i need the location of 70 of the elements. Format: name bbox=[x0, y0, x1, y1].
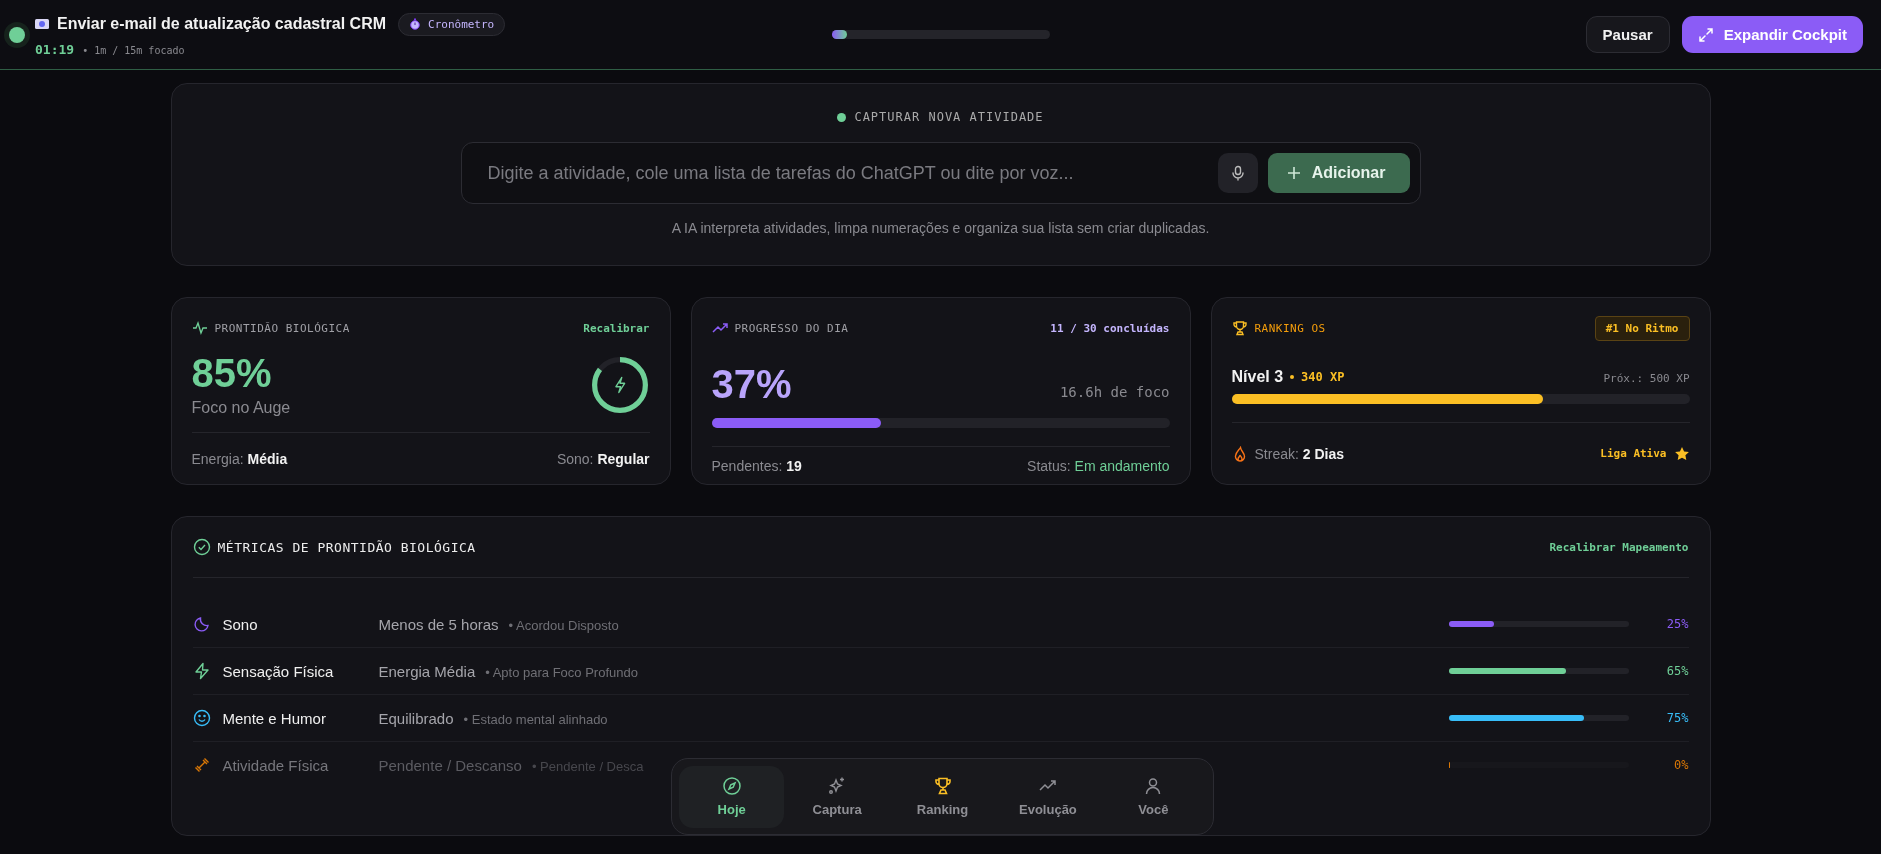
metric-value: Menos de 5 horas bbox=[378, 615, 499, 633]
nav-tab[interactable]: Evolução bbox=[995, 765, 1101, 828]
microphone-button[interactable] bbox=[1217, 153, 1258, 193]
star-icon bbox=[1673, 445, 1690, 462]
metric-percent: 0% bbox=[1673, 758, 1689, 772]
readiness-status: Foco no Auge bbox=[191, 399, 291, 417]
check-circle-icon bbox=[192, 538, 211, 556]
metric-note: • Acordou Disposto bbox=[508, 617, 619, 633]
moon-icon bbox=[192, 615, 211, 633]
trophy-icon bbox=[932, 776, 953, 796]
metric-note: • Apto para Foco Profundo bbox=[485, 664, 638, 680]
metric-name: Mente e Humor bbox=[222, 709, 326, 727]
plus-icon bbox=[1285, 165, 1302, 181]
pulse-icon bbox=[191, 320, 208, 336]
task-title: Enviar e-mail de atualização cadastral CRM bbox=[57, 15, 386, 33]
expand-icon bbox=[1697, 26, 1714, 43]
readiness-detail: Energia: Média bbox=[191, 450, 288, 467]
metric-percent: 75% bbox=[1665, 711, 1689, 725]
metric-value: Equilibrado bbox=[378, 709, 454, 727]
level-label: Nível 3 bbox=[1231, 368, 1284, 386]
metric-value: Pendente / Descanso bbox=[378, 756, 522, 774]
compass-icon bbox=[721, 776, 742, 796]
metric-name: Sensação Física bbox=[222, 662, 334, 680]
lightning-icon bbox=[614, 376, 625, 394]
rank-badge: #1 No Ritmo bbox=[1594, 315, 1690, 341]
pause-button[interactable]: Pausar bbox=[1585, 16, 1670, 53]
metric-name: Sono bbox=[222, 615, 258, 633]
trophy-icon bbox=[1231, 320, 1248, 336]
progress-detail: Pendentes: 19 bbox=[711, 457, 802, 474]
dumbbell-icon bbox=[192, 756, 211, 774]
microphone-icon bbox=[1229, 165, 1246, 181]
expand-button[interactable]: Expandir Cockpit bbox=[1681, 16, 1863, 53]
progress-value: 37% bbox=[711, 364, 792, 404]
elapsed-time: 01:19 bbox=[35, 41, 75, 57]
readiness-value: 85% bbox=[191, 353, 273, 393]
lightning-icon bbox=[192, 662, 211, 680]
recalibrate-link[interactable]: Recalibrar bbox=[583, 321, 650, 335]
completed-count: 11 / 30 concluídas bbox=[1050, 321, 1170, 335]
stopwatch-icon bbox=[409, 18, 421, 30]
nav-tab[interactable]: Você bbox=[1100, 765, 1207, 828]
card-icon bbox=[35, 19, 49, 29]
card-title: PRONTIDÃO BIOLÓGICA bbox=[214, 321, 350, 335]
dot-icon bbox=[837, 112, 847, 122]
metric-name: Atividade Física bbox=[222, 756, 329, 774]
mode-badge[interactable]: Cronômetro bbox=[398, 12, 506, 36]
nav-tab[interactable]: Hoje bbox=[679, 765, 785, 828]
remap-link[interactable]: Recalibrar Mapeamento bbox=[1549, 540, 1689, 554]
readiness-detail: Sono: Regular bbox=[556, 450, 650, 467]
league-status: Liga Ativa bbox=[1600, 447, 1667, 460]
dot-icon bbox=[1290, 375, 1295, 379]
xp-value: 340 XP bbox=[1301, 370, 1345, 384]
add-button[interactable]: Adicionar bbox=[1267, 153, 1410, 193]
smiley-icon bbox=[192, 709, 211, 727]
activity-input[interactable]: Digite a atividade, cole uma lista de tarefas do ChatGPT ou dite por voz... Adicionar bbox=[460, 142, 1421, 204]
metric-note: • Estado mental alinhado bbox=[463, 711, 608, 727]
capture-title: CAPTURAR NOVA ATIVIDADE bbox=[854, 110, 1044, 124]
streak-text: Streak: 2 Dias bbox=[1254, 445, 1344, 462]
metric-percent: 25% bbox=[1665, 617, 1689, 631]
next-level-xp: Próx.: 500 XP bbox=[1603, 372, 1690, 385]
progress-detail: Status: Em andamento bbox=[1027, 457, 1170, 474]
capture-hint: A IA interpreta atividades, limpa numerações e organiza sua lista sem criar duplicadas. bbox=[671, 220, 1210, 236]
card-title: RANKING OS bbox=[1254, 321, 1326, 335]
metric-value: Energia Média bbox=[378, 662, 476, 680]
metric-percent: 65% bbox=[1665, 664, 1689, 678]
metrics-title: MÉTRICAS DE PRONTIDÃO BIOLÓGICA bbox=[217, 539, 476, 555]
focus-hours: 16.6h de foco bbox=[1059, 384, 1170, 402]
focus-note: • 1m / 15m focado bbox=[82, 44, 185, 56]
card-title: PROGRESSO DO DIA bbox=[734, 321, 849, 335]
nav-tab[interactable]: Captura bbox=[784, 765, 890, 828]
nav-tab[interactable]: Ranking bbox=[889, 765, 996, 828]
